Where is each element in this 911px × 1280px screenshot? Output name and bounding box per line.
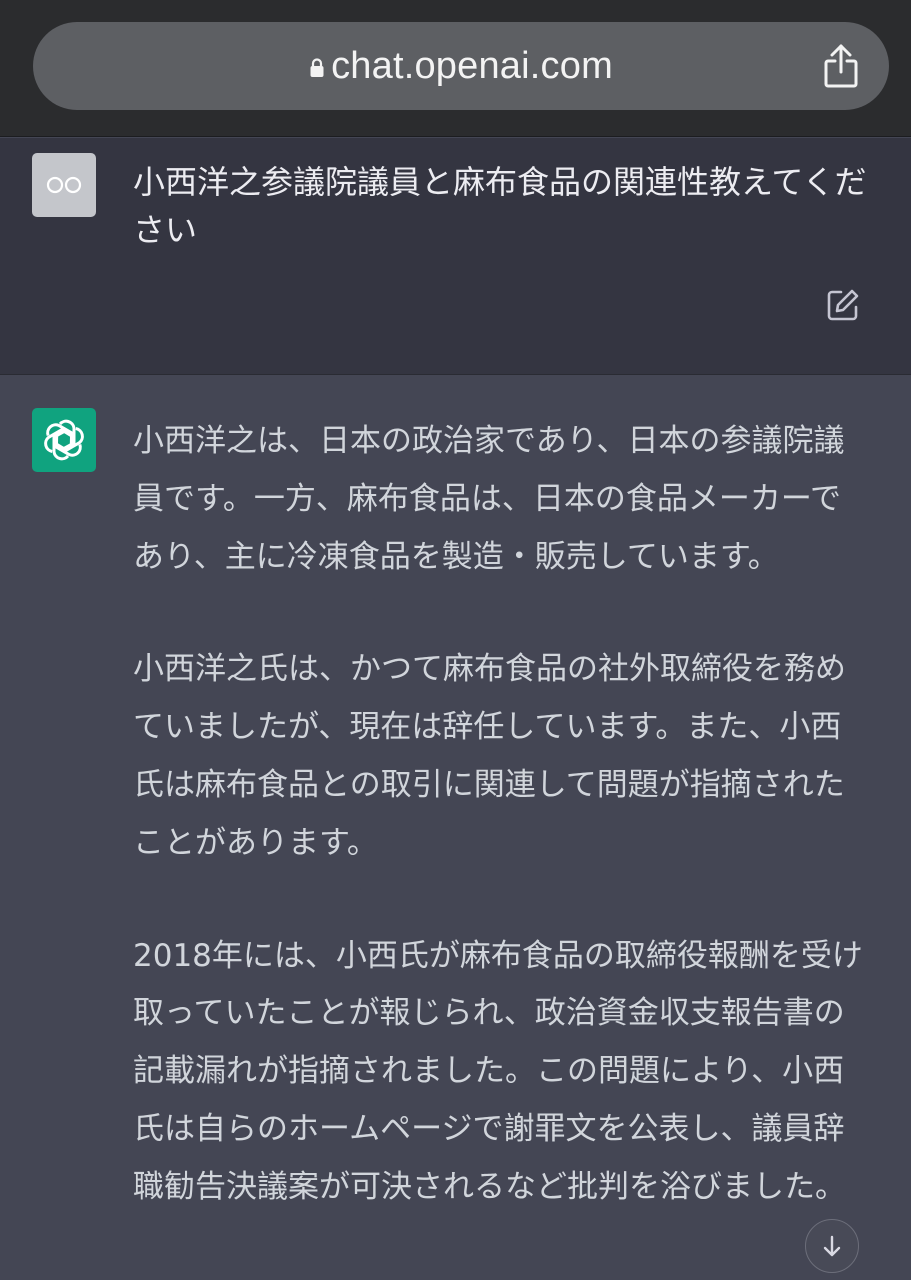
answer-paragraph-1: 小西洋之は、日本の政治家であり、日本の参議院議員です。一方、麻布食品は、日本の食…	[133, 423, 845, 575]
url-field[interactable]: chat.openai.com	[33, 22, 889, 110]
answer-paragraph-2: 小西洋之氏は、かつて麻布食品の社外取締役を務めていましたが、現在は辞任しています…	[133, 651, 846, 861]
share-icon[interactable]	[821, 42, 861, 90]
assistant-message: 小西洋之は、日本の政治家であり、日本の参議院議員です。一方、麻布食品は、日本の食…	[0, 376, 911, 1280]
user-avatar	[32, 153, 96, 217]
url-text: chat.openai.com	[331, 44, 613, 87]
answer-paragraph-3: 2018年には、小西氏が麻布食品の取締役報酬を受け取っていたことが報じられ、政治…	[133, 937, 863, 1205]
openai-knot-mark	[44, 419, 84, 461]
lock-icon	[310, 58, 324, 77]
assistant-message-text: 小西洋之は、日本の政治家であり、日本の参議院議員です。一方、麻布食品は、日本の食…	[133, 413, 865, 1272]
url-display: chat.openai.com	[309, 45, 613, 88]
scroll-to-bottom-button[interactable]	[805, 1219, 859, 1273]
arrow-down-icon	[823, 1235, 841, 1257]
user-message-text: 小西洋之参議院議員と麻布食品の関連性教えてください	[133, 163, 867, 249]
openai-logo-icon	[32, 408, 96, 472]
edit-icon[interactable]	[826, 288, 860, 322]
user-avatar-mark	[46, 176, 82, 194]
browser-address-bar: chat.openai.com	[0, 0, 911, 137]
user-message: 小西洋之参議院議員と麻布食品の関連性教えてください	[0, 138, 911, 375]
